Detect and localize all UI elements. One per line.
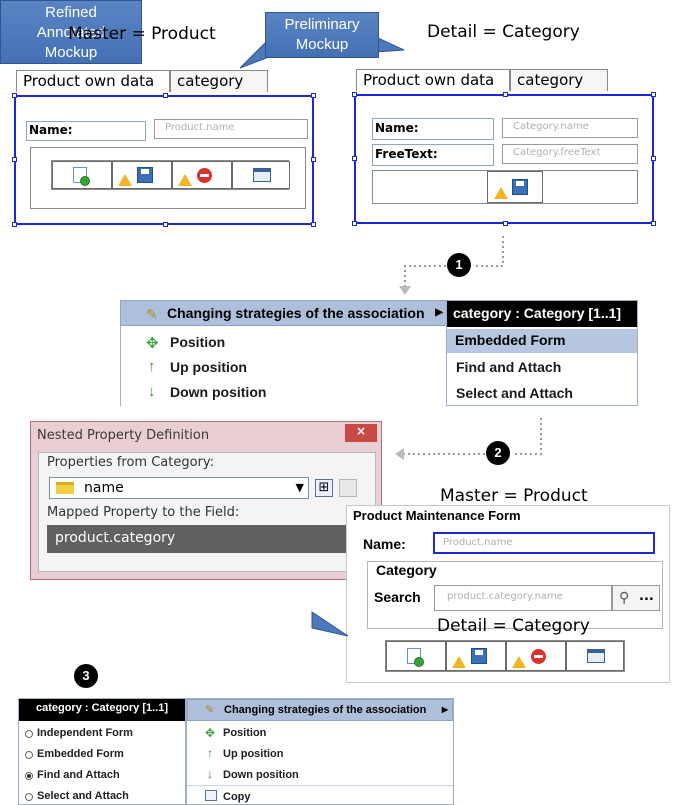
menu-header-label: Changing strategies of the association <box>224 704 427 716</box>
arrow-down-icon: ↓ <box>207 767 213 781</box>
changing-strategies-header[interactable]: Changing strategies of the association ▶ <box>187 699 453 721</box>
option-find-and-attach[interactable]: Find and Attach <box>37 769 120 781</box>
wand-icon: ✎ <box>205 704 215 716</box>
radio-select-and-attach[interactable] <box>25 793 33 801</box>
menu-item-copy[interactable]: Copy <box>223 791 251 803</box>
copy-icon <box>205 790 217 801</box>
association-strategy-menu: category : Category [1..1] Independent F… <box>18 698 186 805</box>
radio-embedded-form[interactable] <box>25 751 33 759</box>
submenu-arrow-icon: ▶ <box>441 705 448 714</box>
changing-strategies-menu: Changing strategies of the association ▶… <box>186 698 454 805</box>
arrow-up-icon: ↑ <box>207 746 213 760</box>
step-3-badge: 3 <box>74 664 98 688</box>
radio-independent-form[interactable] <box>25 730 33 738</box>
menu-item-down-position[interactable]: Down position <box>223 769 299 781</box>
refined-callout-pointer <box>311 611 349 637</box>
option-select-and-attach[interactable]: Select and Attach <box>37 790 129 802</box>
move-icon: ✥ <box>205 726 216 740</box>
menu-item-position[interactable]: Position <box>223 727 266 739</box>
menu-divider <box>187 785 453 786</box>
radio-find-and-attach[interactable] <box>25 772 33 780</box>
option-independent-form[interactable]: Independent Form <box>37 727 133 739</box>
association-menu-header: category : Category [1..1] <box>19 699 185 721</box>
menu-item-up-position[interactable]: Up position <box>223 748 284 760</box>
option-embedded-form[interactable]: Embedded Form <box>37 748 124 760</box>
